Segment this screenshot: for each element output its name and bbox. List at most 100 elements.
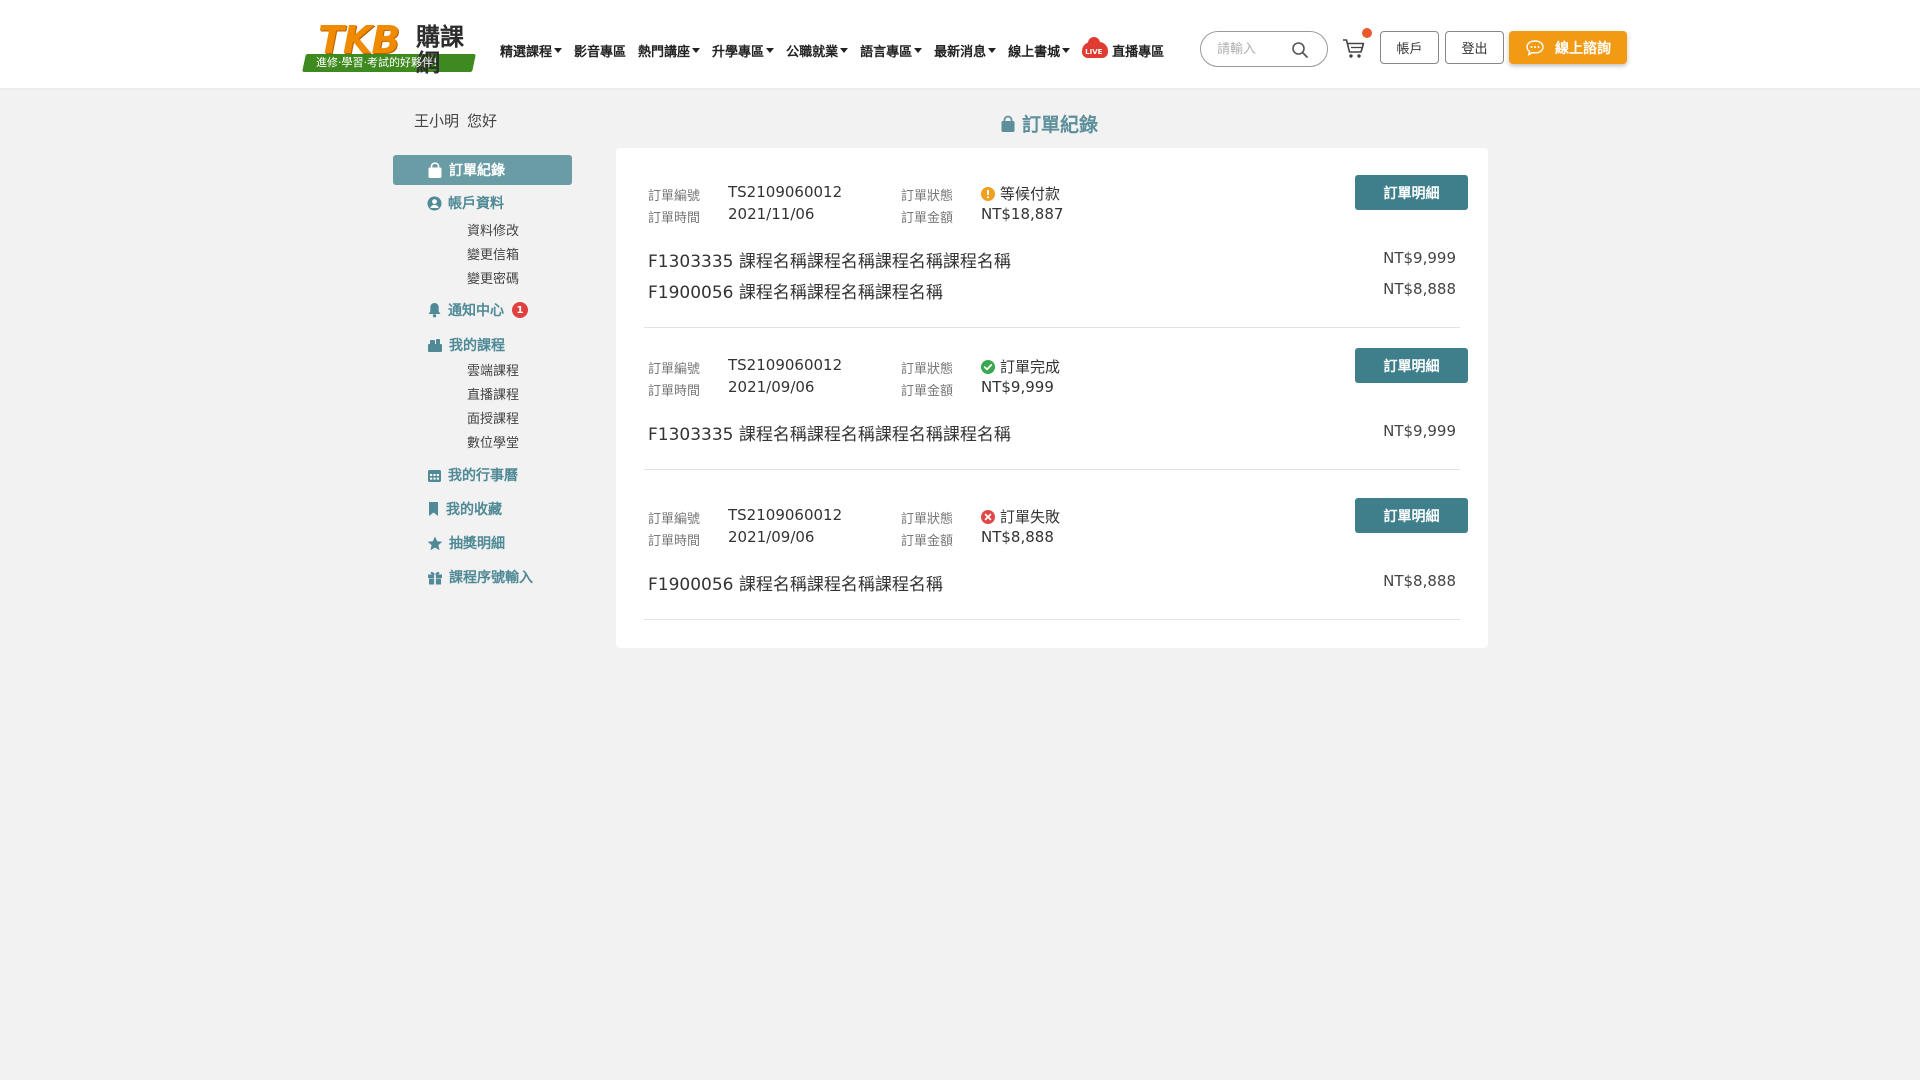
search-icon[interactable]: [1291, 41, 1309, 59]
bell-icon: [428, 303, 441, 318]
order-amount-label: 訂單金額: [901, 211, 954, 226]
star-icon: [427, 536, 443, 550]
sidebar-sub-cloud-courses[interactable]: 雲端課程: [467, 360, 519, 379]
x-circle-icon: [981, 509, 995, 524]
sidebar-sub-live-courses[interactable]: 直播課程: [467, 384, 519, 403]
sidebar-item-lottery[interactable]: 抽獎明細: [427, 533, 505, 553]
order-detail-button[interactable]: 訂單明細: [1355, 175, 1468, 210]
user-circle-icon: [427, 196, 442, 210]
order-amount-label: 訂單金額: [901, 384, 954, 399]
order-divider: [644, 469, 1460, 470]
site-logo[interactable]: TKB 購課網 進修·學習·考試的好夥伴!: [302, 20, 476, 76]
gift-icon: [428, 571, 442, 584]
order-no-label: 訂單編號: [648, 512, 701, 527]
sidebar-item-orders[interactable]: 訂單紀錄: [393, 155, 572, 185]
caret-down-icon: [1062, 47, 1071, 53]
order-status: 訂單完成: [981, 356, 1060, 377]
order-status-label: 訂單狀態: [901, 362, 954, 377]
order-divider: [644, 327, 1460, 328]
nav-item-lectures[interactable]: 熱門講座: [638, 41, 701, 60]
caret-down-icon: [692, 47, 701, 53]
order-item-name: F1900056 課程名稱課程名稱課程名稱: [648, 575, 943, 595]
sidebar-item-account[interactable]: 帳戶資料: [427, 193, 504, 213]
order-item-price: NT$9,999: [1383, 422, 1456, 440]
order-amount-value: NT$9,999: [981, 378, 1054, 396]
calendar-icon: [428, 469, 441, 482]
sidebar-sub-classroom-courses[interactable]: 面授課程: [467, 408, 519, 427]
shopping-bag-icon: [428, 161, 442, 178]
order-detail-button[interactable]: 訂單明細: [1355, 348, 1468, 383]
sidebar-item-label: 我的課程: [449, 338, 505, 354]
order-item-price: NT$8,888: [1383, 572, 1456, 590]
logo-slogan: 進修·學習·考試的好夥伴!: [316, 56, 438, 69]
order-detail-button[interactable]: 訂單明細: [1355, 498, 1468, 533]
caret-down-icon: [766, 47, 775, 53]
sidebar-item-favorites[interactable]: 我的收藏: [427, 499, 502, 519]
order-time-value: 2021/11/06: [728, 205, 815, 223]
books-icon: [428, 338, 442, 352]
notification-count-badge: 1: [512, 302, 528, 318]
order-no-label: 訂單編號: [648, 362, 701, 377]
order-time-label: 訂單時間: [648, 211, 701, 226]
sidebar-sub-change-password[interactable]: 變更密碼: [467, 268, 519, 287]
sidebar-item-label: 帳戶資料: [448, 196, 504, 212]
order-divider: [644, 619, 1460, 620]
sidebar-item-notifications[interactable]: 通知中心 1: [427, 300, 528, 320]
nav-item-admission[interactable]: 升學專區: [712, 41, 775, 60]
account-button[interactable]: 帳戶: [1380, 31, 1439, 64]
order-item-name: F1900056 課程名稱課程名稱課程名稱: [648, 283, 943, 303]
caret-down-icon: [554, 47, 563, 53]
order-amount-value: NT$8,888: [981, 528, 1054, 546]
nav-label: 升學專區: [712, 44, 765, 60]
nav-item-video[interactable]: 影音專區: [574, 41, 626, 60]
order-amount-label: 訂單金額: [901, 534, 954, 549]
order-time-value: 2021/09/06: [728, 378, 815, 396]
user-name: 王小明: [414, 112, 460, 130]
nav-item-bookstore[interactable]: 線上書城: [1008, 41, 1071, 60]
sidebar-item-calendar[interactable]: 我的行事曆: [427, 465, 518, 485]
order-no-value: TS2109060012: [728, 183, 843, 201]
nav-label: 線上書城: [1008, 44, 1061, 60]
page-title-text: 訂單紀錄: [1022, 114, 1099, 136]
nav-label: 最新消息: [934, 44, 987, 60]
order-status-value: 訂單完成: [1000, 358, 1061, 376]
search-input[interactable]: [1217, 40, 1287, 58]
sidebar-item-label: 我的收藏: [446, 502, 502, 518]
alert-circle-icon: [981, 186, 995, 201]
sidebar-item-label: 我的行事曆: [448, 468, 518, 484]
sidebar-item-label: 抽獎明細: [449, 536, 505, 552]
sidebar-sub-digital-academy[interactable]: 數位學堂: [467, 432, 519, 451]
check-circle-icon: [981, 359, 995, 374]
nav-item-news[interactable]: 最新消息: [934, 41, 997, 60]
sidebar-item-label: 課程序號輸入: [449, 570, 533, 586]
main-nav: 精選課程 影音專區 熱門講座 升學專區 公職就業 語言專區 最新消息 線上書城 …: [500, 37, 1176, 62]
order-amount-value: NT$18,887: [981, 205, 1064, 223]
greeting-suffix: 您好: [467, 112, 498, 130]
nav-label: 影音專區: [574, 44, 627, 60]
order-item-name: F1303335 課程名稱課程名稱課程名稱課程名稱: [648, 425, 1011, 445]
order-no-label: 訂單編號: [648, 189, 701, 204]
sidebar-sub-edit-profile[interactable]: 資料修改: [467, 220, 519, 239]
order-item-price: NT$9,999: [1383, 249, 1456, 267]
caret-down-icon: [988, 47, 997, 53]
nav-item-featured-courses[interactable]: 精選課程: [500, 41, 563, 60]
order-status-value: 訂單失敗: [1000, 508, 1061, 526]
nav-item-live[interactable]: LIVE 直播專區: [1082, 37, 1165, 60]
cart-notification-dot: [1362, 28, 1372, 38]
search-box: [1200, 31, 1328, 67]
online-consult-button[interactable]: 線上諮詢: [1509, 31, 1627, 64]
nav-item-civil-service[interactable]: 公職就業: [786, 41, 849, 60]
order-status-label: 訂單狀態: [901, 189, 954, 204]
nav-label: 直播專區: [1112, 44, 1165, 60]
nav-item-language[interactable]: 語言專區: [860, 41, 923, 60]
order-item-name: F1303335 課程名稱課程名稱課程名稱課程名稱: [648, 252, 1011, 272]
sidebar-sub-change-email[interactable]: 變更信箱: [467, 244, 519, 263]
live-badge-text: LIVE: [1085, 48, 1103, 56]
logout-button[interactable]: 登出: [1445, 31, 1504, 64]
order-status: 等候付款: [981, 183, 1060, 204]
cart-icon[interactable]: [1342, 38, 1366, 60]
order-status-value: 等候付款: [1000, 185, 1061, 203]
orders-card: 訂單編號 TS2109060012 訂單時間 2021/11/06 訂單狀態 等…: [616, 148, 1488, 648]
sidebar-item-my-courses[interactable]: 我的課程: [427, 335, 505, 355]
sidebar-item-serial-input[interactable]: 課程序號輸入: [427, 567, 533, 587]
